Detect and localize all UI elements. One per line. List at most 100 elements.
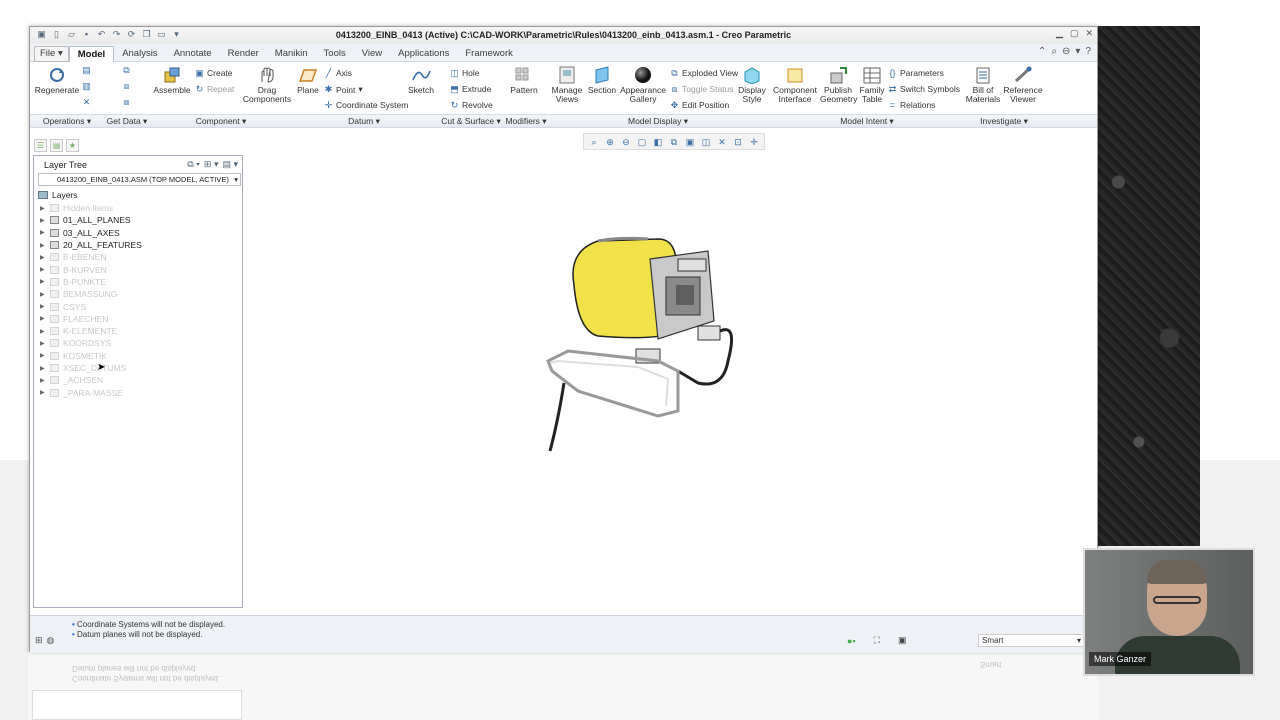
manage-views-button[interactable]: Manage Views — [548, 66, 586, 104]
parameters-button[interactable]: {} Parameters — [888, 68, 943, 78]
plane-button[interactable]: Plane — [294, 66, 322, 95]
layer-item[interactable]: ▶ FLAECHEN — [40, 313, 142, 325]
expand-arrow-icon[interactable]: ▶ — [40, 205, 46, 212]
group-model-intent[interactable]: Model Intent ▾ — [772, 116, 962, 127]
tab-annotate[interactable]: Annotate — [166, 46, 220, 62]
annotation-display-icon[interactable]: ⊡ — [731, 135, 745, 149]
layer-item[interactable]: ▶ KOORDSYS — [40, 337, 142, 349]
group-investigate[interactable]: Investigate ▾ — [962, 116, 1046, 127]
graphics-area[interactable] — [242, 155, 1094, 613]
selection-filter-select[interactable]: Smart ▾ — [978, 634, 1084, 647]
show-navigator-icon[interactable]: ⊞ — [35, 635, 43, 646]
group-datum[interactable]: Datum ▾ — [294, 116, 434, 127]
tab-view[interactable]: View — [354, 46, 390, 62]
tab-model[interactable]: Model — [68, 46, 115, 62]
layer-item[interactable]: ▶ Hidden Items — [40, 202, 142, 214]
group-operations[interactable]: Operations ▾ — [32, 116, 102, 127]
assembly-model[interactable] — [538, 211, 748, 461]
zoom-in-icon[interactable]: ⊕ — [603, 135, 617, 149]
expand-arrow-icon[interactable]: ▶ — [40, 217, 46, 224]
expand-arrow-icon[interactable]: ▶ — [40, 242, 46, 249]
maximize-icon[interactable]: ▢ — [1070, 28, 1079, 39]
more-icon[interactable]: ▾ — [1075, 46, 1080, 57]
layer-item[interactable]: ▶ K-ELEMENTE — [40, 325, 142, 337]
expand-arrow-icon[interactable]: ▶ — [40, 229, 46, 236]
hole-button[interactable]: ◫ Hole — [450, 68, 479, 78]
fullscreen-icon[interactable]: ▣ — [898, 635, 907, 646]
getdata-small-3[interactable]: ⧇ — [122, 98, 131, 107]
perspective-icon[interactable]: ◫ — [699, 135, 713, 149]
spin-center-icon[interactable]: ✛ — [747, 135, 761, 149]
expand-arrow-icon[interactable]: ▶ — [40, 303, 46, 310]
expand-arrow-icon[interactable]: ▶ — [40, 328, 46, 335]
drag-components-button[interactable]: Drag Components — [242, 66, 292, 104]
bill-of-materials-button[interactable]: Bill of Materials — [964, 66, 1002, 104]
regenerate-button[interactable]: Regenerate — [34, 66, 80, 95]
getdata-small-1[interactable]: ⧉ — [122, 66, 131, 75]
point-button[interactable]: ✱ Point ▾ — [324, 84, 363, 95]
layer-item[interactable]: ▶ BEMASSUNG — [40, 288, 142, 300]
sketch-button[interactable]: Sketch — [406, 66, 436, 95]
expand-arrow-icon[interactable]: ▶ — [40, 365, 46, 372]
repaint-icon[interactable]: ▢ — [635, 135, 649, 149]
expand-arrow-icon[interactable]: ▶ — [40, 340, 46, 347]
appearance-gallery-button[interactable]: Appearance Gallery — [620, 66, 666, 104]
layer-item[interactable]: ▶ KOSMETIK — [40, 350, 142, 362]
create-button[interactable]: ▣ Create — [195, 68, 232, 78]
zoom-out-icon[interactable]: ⊖ — [619, 135, 633, 149]
command-search-icon[interactable]: ⊖ — [1062, 46, 1070, 57]
saved-orientations-icon[interactable]: ⧉ — [667, 135, 681, 149]
folder-browser-icon[interactable]: ▤ — [50, 139, 63, 152]
edit-position-button[interactable]: ✥ Edit Position — [670, 100, 730, 110]
layer-item[interactable]: ▶ 03_ALL_AXES — [40, 227, 142, 239]
show-browser-icon[interactable]: ◍ — [47, 635, 55, 646]
family-table-button[interactable]: Family Table — [858, 66, 886, 104]
help-icon[interactable]: ? — [1085, 46, 1091, 57]
group-component[interactable]: Component ▾ — [152, 116, 290, 127]
switch-symbols-button[interactable]: ⇄ Switch Symbols — [888, 84, 960, 94]
tab-tools[interactable]: Tools — [316, 46, 354, 62]
tab-analysis[interactable]: Analysis — [114, 46, 165, 62]
active-model-select[interactable]: 0413200_EINB_0413.ASM (TOP MODEL, ACTIVE… — [38, 173, 241, 186]
expand-arrow-icon[interactable]: ▶ — [40, 389, 46, 396]
view-manager-icon[interactable]: ▣ — [683, 135, 697, 149]
layer-item[interactable]: ▶ _ACHSEN — [40, 374, 142, 386]
expand-arrow-icon[interactable]: ▶ — [40, 266, 46, 273]
expand-arrow-icon[interactable]: ▶ — [40, 291, 46, 298]
revolve-button[interactable]: ↻ Revolve — [450, 100, 493, 110]
publish-geometry-button[interactable]: Publish Geometry — [820, 66, 857, 104]
layer-item[interactable]: ▶ B-PUNKTE — [40, 276, 142, 288]
group-modifiers[interactable]: Modifiers ▾ — [504, 116, 548, 127]
getdata-small-2[interactable]: ⧈ — [122, 82, 131, 91]
expand-arrow-icon[interactable]: ▶ — [40, 377, 46, 384]
layer-item[interactable]: ▶ XSEC_DATUMS — [40, 362, 142, 374]
search-icon[interactable]: ⌕ — [1051, 46, 1057, 57]
layer-item[interactable]: ▶ CSYS — [40, 300, 142, 312]
layer-view-icon[interactable]: ⧉ ▾ — [187, 159, 200, 170]
axis-button[interactable]: ╱ Axis — [324, 68, 352, 78]
operations-small-2[interactable]: ▥ — [82, 82, 91, 91]
tab-file[interactable]: File ▾ — [34, 46, 69, 62]
section-button[interactable]: Section — [586, 66, 618, 95]
find-icon[interactable]: ⛶ — [874, 635, 880, 646]
expand-arrow-icon[interactable]: ▶ — [40, 254, 46, 261]
expand-arrow-icon[interactable]: ▶ — [40, 278, 46, 285]
relations-button[interactable]: = Relations — [888, 100, 936, 110]
group-model-display[interactable]: Model Display ▾ — [548, 116, 768, 127]
component-interface-button[interactable]: Component Interface — [772, 66, 818, 104]
assemble-button[interactable]: Assemble — [152, 66, 192, 95]
extrude-button[interactable]: ⬒ Extrude — [450, 84, 491, 94]
group-cut-surface[interactable]: Cut & Surface ▾ — [436, 116, 506, 127]
tab-render[interactable]: Render — [220, 46, 267, 62]
layer-item[interactable]: ▶ 20_ALL_FEATURES — [40, 239, 142, 251]
layers-root-node[interactable]: Layers — [38, 190, 78, 200]
coordinate-system-button[interactable]: ✛ Coordinate System — [324, 100, 409, 110]
tab-manikin[interactable]: Manikin — [267, 46, 316, 62]
refit-icon[interactable]: ⌕ — [587, 135, 601, 149]
minimize-icon[interactable]: ▁ — [1056, 28, 1063, 39]
layer-item[interactable]: ▶ 01_ALL_PLANES — [40, 214, 142, 226]
collapse-ribbon-icon[interactable]: ⌃ — [1038, 46, 1046, 57]
toggle-status-button[interactable]: ⧈ Toggle Status — [670, 84, 734, 94]
display-style-icon[interactable]: ◧ — [651, 135, 665, 149]
operations-small-1[interactable]: ▤ — [82, 66, 91, 75]
